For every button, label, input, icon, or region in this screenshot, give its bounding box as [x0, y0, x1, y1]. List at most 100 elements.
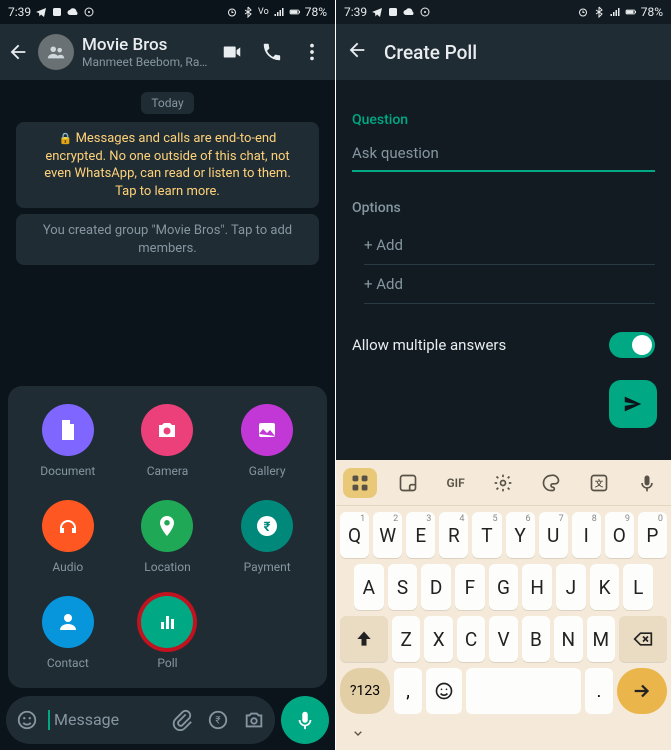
svg-text:₹: ₹ — [264, 520, 271, 535]
key-j[interactable]: J — [556, 564, 586, 610]
mic-button[interactable] — [281, 696, 329, 744]
attach-payment[interactable]: ₹ Payment — [217, 500, 317, 574]
key-space[interactable] — [466, 668, 581, 714]
poll-icon — [155, 610, 179, 634]
phone-left-chat: 7:39 Vo 78% Movie Bros Manmeet Beebom, R… — [0, 0, 335, 750]
key-b[interactable]: B — [522, 616, 550, 662]
key-n[interactable]: N — [554, 616, 582, 662]
alarm-icon — [226, 6, 238, 18]
key-emoji[interactable] — [426, 668, 462, 714]
key-backspace[interactable] — [619, 616, 667, 662]
signal-icon — [273, 6, 285, 18]
attach-gallery[interactable]: Gallery — [217, 404, 317, 478]
key-u[interactable]: U7 — [539, 512, 568, 558]
more-icon[interactable] — [301, 41, 323, 63]
message-input[interactable]: Message — [48, 710, 161, 730]
question-input[interactable]: Ask question — [352, 138, 655, 172]
key-s[interactable]: S — [388, 564, 418, 610]
svg-text:₹: ₹ — [215, 716, 220, 727]
key-p[interactable]: P0 — [638, 512, 667, 558]
camera-compose-icon[interactable] — [243, 709, 265, 731]
signal-icon — [609, 6, 621, 18]
app-icon — [387, 6, 399, 18]
kbd-grid-icon[interactable] — [343, 468, 377, 498]
kbd-row-1: Q1W2E3R4T5Y6U7I8O9P0 — [336, 506, 671, 558]
mic-icon — [294, 709, 316, 731]
allow-multiple-toggle[interactable] — [609, 332, 655, 358]
key-w[interactable]: W2 — [373, 512, 402, 558]
key-r[interactable]: R4 — [439, 512, 468, 558]
chat-header: Movie Bros Manmeet Beebom, Ramji... — [0, 24, 335, 80]
lock-icon: 🔒 — [59, 132, 73, 145]
status-bar: 7:39 78% — [336, 0, 671, 24]
kbd-sticker-icon[interactable] — [391, 468, 425, 498]
compose-bar: Message ₹ — [6, 696, 329, 744]
key-x[interactable]: X — [424, 616, 452, 662]
key-y[interactable]: Y6 — [506, 512, 535, 558]
circle-icon — [83, 6, 95, 18]
chat-title: Movie Bros — [82, 35, 213, 55]
key-l[interactable]: L — [623, 564, 653, 610]
kbd-settings-icon[interactable] — [486, 468, 520, 498]
key-f[interactable]: F — [455, 564, 485, 610]
option-add-2[interactable]: + Add — [364, 265, 655, 304]
key-m[interactable]: M — [587, 616, 615, 662]
bluetooth-icon — [593, 6, 605, 18]
circle-icon — [419, 6, 431, 18]
message-input-container[interactable]: Message ₹ — [6, 696, 275, 744]
attach-icon[interactable] — [171, 709, 193, 731]
key-e[interactable]: E3 — [406, 512, 435, 558]
attach-camera[interactable]: Camera — [118, 404, 218, 478]
options-label: Options — [352, 200, 655, 216]
key-z[interactable]: Z — [392, 616, 420, 662]
location-icon — [155, 514, 179, 538]
key-g[interactable]: G — [489, 564, 519, 610]
video-call-icon[interactable] — [221, 41, 243, 63]
key-v[interactable]: V — [489, 616, 517, 662]
kbd-collapse[interactable] — [336, 722, 671, 744]
date-chip: Today — [141, 92, 193, 114]
key-a[interactable]: A — [354, 564, 384, 610]
attach-document[interactable]: Document — [18, 404, 118, 478]
rupee-icon: ₹ — [255, 514, 279, 538]
key-o[interactable]: O9 — [605, 512, 634, 558]
key-enter[interactable] — [617, 668, 667, 714]
attach-location[interactable]: Location — [118, 500, 218, 574]
encryption-notice[interactable]: 🔒 Messages and calls are end-to-end encr… — [16, 122, 319, 208]
key-period[interactable]: . — [585, 668, 613, 714]
kbd-mic-icon[interactable] — [630, 468, 664, 498]
key-k[interactable]: K — [590, 564, 620, 610]
option-add-1[interactable]: + Add — [364, 226, 655, 265]
attach-audio[interactable]: Audio — [18, 500, 118, 574]
key-d[interactable]: D — [421, 564, 451, 610]
key-symbols[interactable]: ?123 — [340, 668, 390, 714]
question-label: Question — [352, 112, 655, 128]
bluetooth-icon — [242, 6, 254, 18]
document-icon — [56, 418, 80, 442]
key-c[interactable]: C — [457, 616, 485, 662]
key-comma[interactable]: , — [394, 668, 422, 714]
attach-contact[interactable]: Contact — [18, 596, 118, 670]
attach-poll[interactable]: Poll — [118, 596, 218, 670]
key-q[interactable]: Q1 — [340, 512, 369, 558]
key-shift[interactable] — [340, 616, 388, 662]
kbd-gif-tab[interactable]: GIF — [439, 468, 473, 498]
emoji-icon[interactable] — [16, 709, 38, 731]
key-t[interactable]: T5 — [472, 512, 501, 558]
back-button[interactable] — [6, 40, 30, 64]
send-poll-button[interactable] — [609, 380, 657, 428]
allow-multiple-row: Allow multiple answers — [352, 332, 655, 358]
group-avatar[interactable] — [38, 34, 74, 70]
rupee-compose-icon[interactable]: ₹ — [207, 709, 229, 731]
kbd-palette-icon[interactable] — [534, 468, 568, 498]
allow-multiple-label: Allow multiple answers — [352, 336, 506, 354]
chat-title-block[interactable]: Movie Bros Manmeet Beebom, Ramji... — [82, 35, 213, 69]
group-created-notice[interactable]: You created group "Movie Bros". Tap to a… — [16, 214, 319, 265]
key-i[interactable]: I8 — [572, 512, 601, 558]
key-h[interactable]: H — [522, 564, 552, 610]
back-button[interactable] — [346, 39, 368, 65]
voice-call-icon[interactable] — [261, 41, 283, 63]
kbd-translate-icon[interactable]: 文 — [582, 468, 616, 498]
battery-icon — [289, 6, 301, 18]
camera-icon — [155, 418, 179, 442]
